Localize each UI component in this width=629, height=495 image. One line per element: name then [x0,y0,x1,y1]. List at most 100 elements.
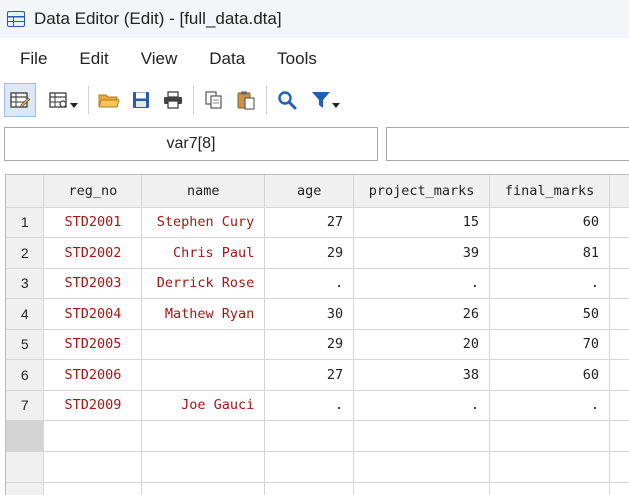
cell-name[interactable]: Derrick Rose [142,268,265,299]
cell-empty[interactable] [44,421,142,452]
search-button[interactable] [271,83,303,117]
cell-age[interactable]: 30 [265,299,354,330]
cell-empty[interactable] [610,329,629,360]
cell-project-marks[interactable]: . [354,268,490,299]
filter-button[interactable] [303,83,347,117]
cell-empty[interactable] [610,238,629,269]
menu-bar: File Edit View Data Tools [0,38,629,80]
cell-final-marks[interactable]: . [490,268,610,299]
cell-project-marks[interactable]: . [354,390,490,421]
cell-reg-no[interactable]: STD2006 [44,360,142,391]
cell-empty[interactable] [142,452,265,483]
copy-button[interactable] [198,83,230,117]
cell-empty[interactable] [265,421,354,452]
menu-file[interactable]: File [0,49,61,69]
cell-reg-no[interactable]: STD2003 [44,268,142,299]
cell-empty[interactable] [490,452,610,483]
print-button[interactable] [157,83,189,117]
cell-empty[interactable] [490,483,610,495]
cell-empty[interactable] [610,207,629,238]
cell-empty[interactable] [354,421,490,452]
cell-age[interactable]: 27 [265,207,354,238]
cell-reg-no[interactable]: STD2002 [44,238,142,269]
title-bar: Data Editor (Edit) - [full_data.dta] [0,0,629,38]
print-icon [163,91,183,109]
cell-age[interactable]: . [265,390,354,421]
cell-project-marks[interactable]: 39 [354,238,490,269]
browse-mode-icon [49,91,69,109]
cell-reg-no[interactable]: STD2009 [44,390,142,421]
cell-project-marks[interactable]: 38 [354,360,490,391]
column-header-project-marks[interactable]: project_marks [354,175,490,207]
menu-data[interactable]: Data [191,49,259,69]
row-number[interactable]: 4 [6,299,44,330]
cell-project-marks[interactable]: 15 [354,207,490,238]
cell-name[interactable]: Chris Paul [142,238,265,269]
cell-final-marks[interactable]: 60 [490,207,610,238]
cell-name[interactable]: Mathew Ryan [142,299,265,330]
menu-tools[interactable]: Tools [259,49,331,69]
cell-name[interactable]: Stephen Cury [142,207,265,238]
cell-reference-box[interactable]: var7[8] [4,127,378,161]
row-number[interactable] [6,483,44,495]
cell-reg-no[interactable]: STD2001 [44,207,142,238]
cell-empty[interactable] [265,452,354,483]
column-header-age[interactable]: age [265,175,354,207]
cell-reg-no[interactable]: STD2004 [44,299,142,330]
cell-empty[interactable] [610,268,629,299]
cell-age[interactable]: 27 [265,360,354,391]
open-folder-icon [98,91,120,109]
cell-empty[interactable] [610,421,629,452]
cell-name[interactable] [142,329,265,360]
column-header-final-marks[interactable]: final_marks [490,175,610,207]
row-number[interactable]: 5 [6,329,44,360]
row-number[interactable]: 3 [6,268,44,299]
cell-empty[interactable] [490,421,610,452]
save-button[interactable] [125,83,157,117]
cell-empty[interactable] [610,360,629,391]
row-number-selected[interactable] [6,421,44,452]
cell-final-marks[interactable]: 81 [490,238,610,269]
cell-final-marks[interactable]: . [490,390,610,421]
grid-corner[interactable] [6,175,44,207]
cell-empty[interactable] [610,483,629,495]
cell-name[interactable] [142,360,265,391]
cell-empty[interactable] [354,483,490,495]
row-number[interactable]: 1 [6,207,44,238]
cell-project-marks[interactable]: 26 [354,299,490,330]
column-header-name[interactable]: name [142,175,265,207]
table-icon [7,11,25,27]
row-number[interactable]: 7 [6,390,44,421]
cell-name[interactable]: Joe Gauci [142,390,265,421]
column-header-reg-no[interactable]: reg_no [44,175,142,207]
row-number[interactable] [6,452,44,483]
open-button[interactable] [93,83,125,117]
cell-final-marks[interactable]: 70 [490,329,610,360]
cell-empty[interactable] [610,299,629,330]
cell-age[interactable]: 29 [265,329,354,360]
cell-final-marks[interactable]: 60 [490,360,610,391]
cell-age[interactable]: . [265,268,354,299]
column-header-empty[interactable] [610,175,629,207]
cell-empty[interactable] [44,483,142,495]
cell-empty[interactable] [142,483,265,495]
value-edit-field[interactable] [386,127,629,161]
paste-button[interactable] [230,83,262,117]
cell-empty[interactable] [610,390,629,421]
cell-empty[interactable] [142,421,265,452]
browse-mode-button[interactable] [42,83,84,117]
copy-icon [204,90,224,110]
edit-mode-button[interactable] [4,83,36,117]
menu-edit[interactable]: Edit [61,49,122,69]
cell-project-marks[interactable]: 20 [354,329,490,360]
cell-age[interactable]: 29 [265,238,354,269]
row-number[interactable]: 6 [6,360,44,391]
cell-empty[interactable] [354,452,490,483]
cell-empty[interactable] [44,452,142,483]
cell-reg-no[interactable]: STD2005 [44,329,142,360]
menu-view[interactable]: View [123,49,192,69]
cell-empty[interactable] [265,483,354,495]
cell-empty[interactable] [610,452,629,483]
row-number[interactable]: 2 [6,238,44,269]
cell-final-marks[interactable]: 50 [490,299,610,330]
